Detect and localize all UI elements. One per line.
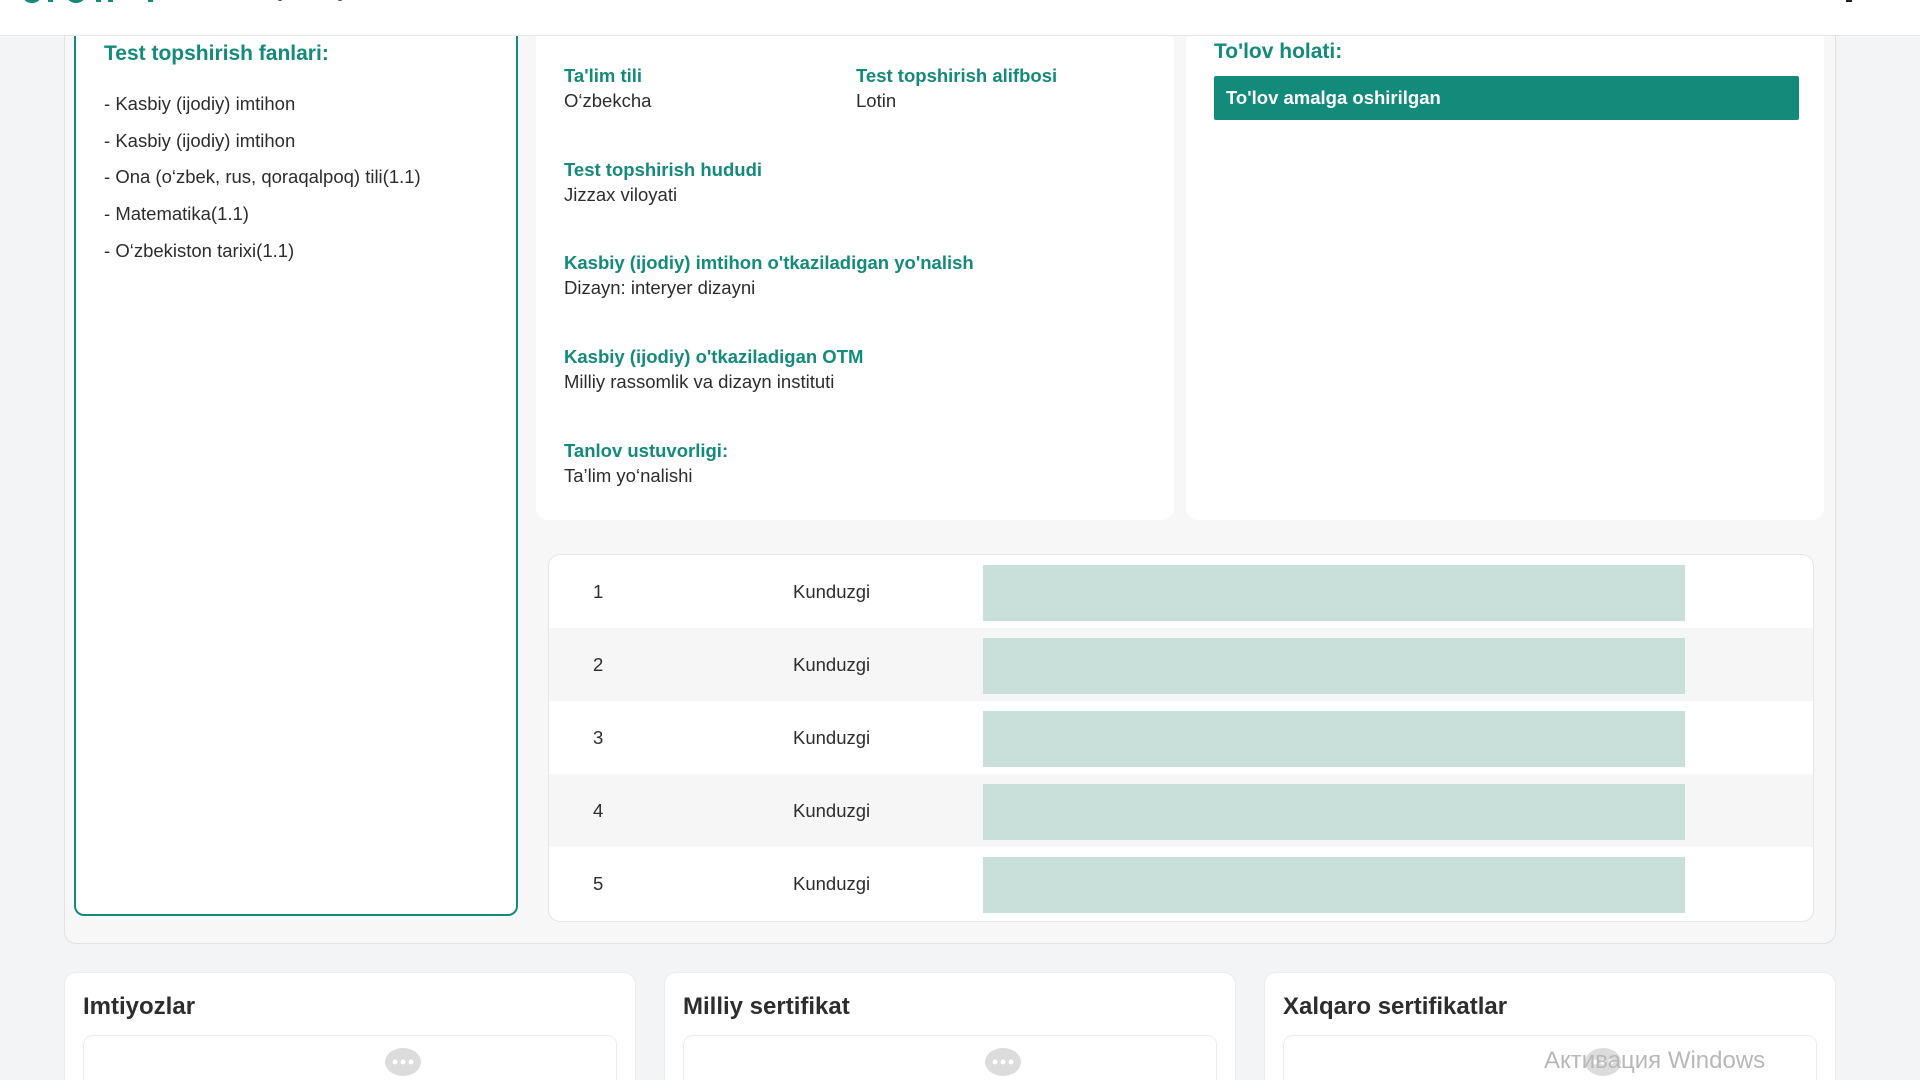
row-study-form: Kunduzgi — [793, 873, 871, 894]
field-value: Jizzax viloyati — [564, 184, 678, 205]
national-certificate-title: Milliy sertifikat — [683, 993, 850, 1020]
row-study-form: Kunduzgi — [793, 654, 871, 675]
subject-item: O‘zbekiston tarixi(1.1) — [104, 233, 488, 270]
payment-title: To'lov holati: — [1214, 40, 1343, 63]
row-bar-placeholder — [983, 565, 1685, 621]
subject-item: Ona (o‘zbek, rus, qoraqalpoq) tili(1.1) — [104, 159, 488, 196]
field-creative-exam-university: Kasbiy (ijodiy) o'tkaziladigan OTM Milli… — [564, 345, 863, 395]
field-label: Test topshirish hududi — [564, 159, 763, 180]
field-test-region: Test topshirish hududi Jizzax viloyati — [564, 158, 762, 208]
row-number: 3 — [593, 727, 604, 748]
international-certificates-title: Xalqaro sertifikatlar — [1283, 993, 1508, 1020]
logo[interactable] — [18, 0, 158, 6]
user-avatar-icon[interactable] — [1830, 0, 1872, 20]
choices-table: 1 Kunduzgi 2 Kunduzgi 3 Kunduzgi 4 Kundu… — [548, 554, 1814, 922]
windows-activation-watermark: Активация Windows — [1544, 1047, 1766, 1074]
table-row: 4 Kunduzgi — [549, 774, 1813, 847]
test-subjects-panel: Test topshirish fanlari: Kasbiy (ijodiy)… — [74, 36, 518, 916]
row-number: 1 — [593, 581, 604, 602]
row-number: 2 — [593, 654, 604, 675]
top-navbar — [0, 0, 1920, 36]
subjects-list: Kasbiy (ijodiy) imtihon Kasbiy (ijodiy) … — [104, 86, 488, 270]
field-education-language: Ta'lim tili O‘zbekcha — [564, 64, 651, 114]
row-bar-placeholder — [983, 711, 1685, 767]
field-test-alphabet: Test topshirish alifbosi Lotin — [856, 64, 1057, 114]
row-bar-placeholder — [983, 857, 1685, 913]
row-study-form: Kunduzgi — [793, 581, 871, 602]
subjects-title: Test topshirish fanlari: — [104, 42, 329, 65]
subject-item: Kasbiy (ijodiy) imtihon — [104, 123, 488, 160]
field-label: Test topshirish alifbosi — [856, 65, 1058, 86]
field-value: Ta’lim yo‘nalishi — [564, 465, 693, 486]
field-label: Kasbiy (ijodiy) o'tkaziladigan OTM — [564, 346, 864, 367]
table-row: 3 Kunduzgi — [549, 701, 1813, 774]
field-value: Dizayn: interyer dizayni — [564, 277, 756, 298]
field-value: Lotin — [856, 90, 897, 111]
row-bar-placeholder — [983, 784, 1685, 840]
row-number: 5 — [593, 873, 604, 894]
row-study-form: Kunduzgi — [793, 800, 871, 821]
field-value: O‘zbekcha — [564, 90, 652, 111]
exam-info-card: Ta'lim tili O‘zbekcha Test topshirish al… — [536, 36, 1174, 520]
subject-item: Kasbiy (ijodiy) imtihon — [104, 86, 488, 123]
privileges-title: Imtiyozlar — [83, 993, 196, 1020]
field-creative-exam-direction: Kasbiy (ijodiy) imtihon o'tkaziladigan y… — [564, 251, 974, 301]
field-value: Milliy rassomlik va dizayn instituti — [564, 371, 835, 392]
row-number: 4 — [593, 800, 604, 821]
field-selection-priority: Tanlov ustuvorligi: Ta’lim yo‘nalishi — [564, 439, 728, 489]
field-label: Ta'lim tili — [564, 65, 643, 86]
field-label: Kasbiy (ijodiy) imtihon o'tkaziladigan y… — [564, 252, 974, 273]
national-certificate-empty-state — [683, 1035, 1217, 1080]
row-bar-placeholder — [983, 638, 1685, 694]
nav-menu-fragment[interactable] — [240, 0, 350, 2]
subject-item: Matematika(1.1) — [104, 196, 488, 233]
national-certificate-card: Milliy sertifikat — [664, 972, 1236, 1080]
privileges-empty-state — [83, 1035, 617, 1080]
payment-status-badge: To'lov amalga oshirilgan — [1214, 76, 1799, 120]
table-row: 1 Kunduzgi — [549, 555, 1813, 628]
privileges-card: Imtiyozlar — [64, 972, 636, 1080]
table-row: 5 Kunduzgi — [549, 847, 1813, 920]
payment-status-card: To'lov holati: To'lov amalga oshirilgan — [1186, 36, 1824, 520]
row-study-form: Kunduzgi — [793, 727, 871, 748]
chat-bubble-icon — [985, 1048, 1021, 1076]
field-label: Tanlov ustuvorligi: — [564, 440, 729, 461]
chat-bubble-icon — [385, 1048, 421, 1076]
table-row: 2 Kunduzgi — [549, 628, 1813, 701]
